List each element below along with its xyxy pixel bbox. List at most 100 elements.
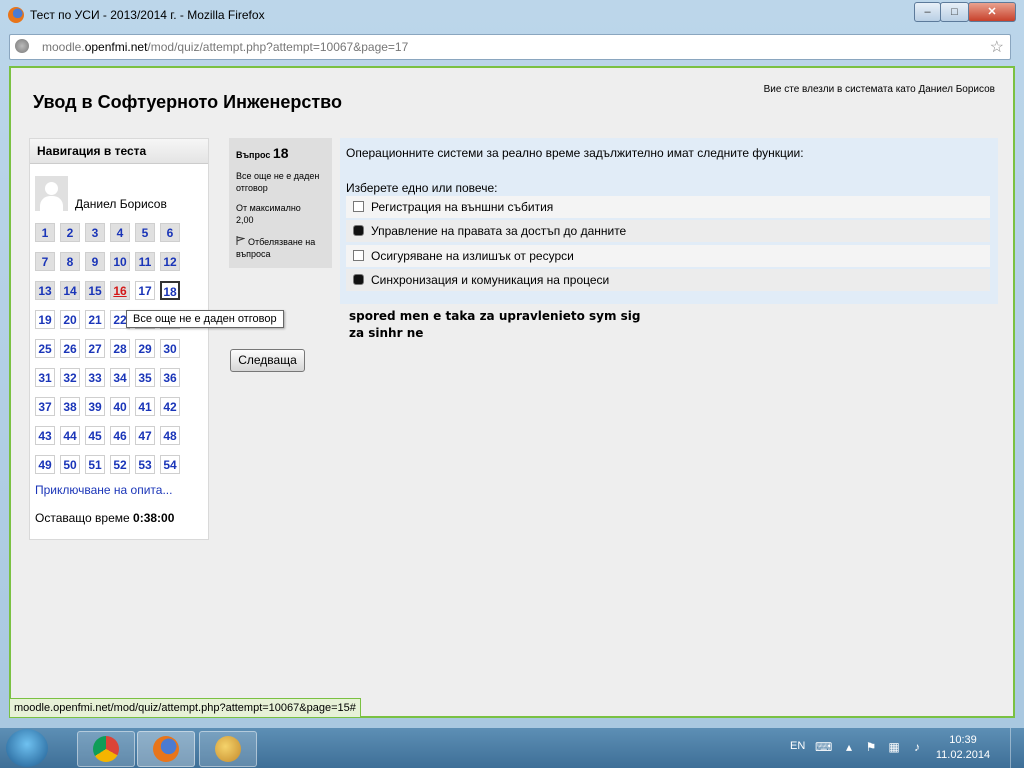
page-content: Увод в Софтуерното Инженерство Вие сте в…: [9, 66, 1015, 718]
question-nav-button[interactable]: 50: [60, 455, 80, 474]
answer-label[interactable]: Осигуряване на излишък от ресурси: [371, 245, 574, 267]
status-bar-url: moodle.openfmi.net/mod/quiz/attempt.php?…: [9, 698, 361, 718]
question-nav-button[interactable]: 25: [35, 339, 55, 358]
question-nav-button[interactable]: 16: [110, 281, 130, 300]
question-nav-button[interactable]: 36: [160, 368, 180, 387]
question-nav-button[interactable]: 11: [135, 252, 155, 271]
question-nav-button[interactable]: 26: [60, 339, 80, 358]
answer-option[interactable]: Управление на правата за достъп до данни…: [346, 220, 990, 242]
action-center-icon[interactable]: ⚑: [864, 740, 878, 754]
question-nav-button[interactable]: 8: [60, 252, 80, 271]
paint-icon: [215, 736, 241, 762]
question-nav-button[interactable]: 37: [35, 397, 55, 416]
question-nav-button[interactable]: 27: [85, 339, 105, 358]
comment-line-2: za sinhr ne: [349, 326, 424, 340]
question-nav-button[interactable]: 35: [135, 368, 155, 387]
question-nav-button[interactable]: 53: [135, 455, 155, 474]
start-button[interactable]: [6, 729, 48, 767]
answer-checkbox[interactable]: [353, 250, 364, 261]
question-nav-button[interactable]: 10: [110, 252, 130, 271]
question-nav-button[interactable]: 18: [160, 281, 180, 300]
question-nav-button[interactable]: 19: [35, 310, 55, 329]
question-nav-button[interactable]: 48: [160, 426, 180, 445]
answer-checkbox[interactable]: [353, 201, 364, 212]
question-nav-button[interactable]: 4: [110, 223, 130, 242]
answer-label[interactable]: Управление на правата за достъп до данни…: [371, 220, 626, 242]
address-bar[interactable]: moodle.openfmi.net/mod/quiz/attempt.php?…: [9, 34, 1011, 60]
question-nav-button[interactable]: 17: [135, 281, 155, 300]
comment-line-1: spored men e taka za upravlenieto sym si…: [349, 309, 641, 323]
question-nav-button[interactable]: 20: [60, 310, 80, 329]
network-icon[interactable]: ▦: [887, 740, 901, 754]
user-avatar-icon[interactable]: [35, 176, 68, 211]
question-nav-button[interactable]: 49: [35, 455, 55, 474]
clock[interactable]: 10:39 11.02.2014: [935, 733, 991, 763]
question-nav-button[interactable]: 40: [110, 397, 130, 416]
question-nav-button[interactable]: 32: [60, 368, 80, 387]
question-nav-button[interactable]: 12: [160, 252, 180, 271]
question-tooltip: Все още не е даден отговор: [126, 310, 284, 328]
question-nav-button[interactable]: 38: [60, 397, 80, 416]
question-nav-button[interactable]: 28: [110, 339, 130, 358]
question-nav-button[interactable]: 43: [35, 426, 55, 445]
question-nav-button[interactable]: 21: [85, 310, 105, 329]
question-nav-button[interactable]: 5: [135, 223, 155, 242]
clock-date: 11.02.2014: [935, 749, 991, 761]
answer-checkbox[interactable]: [353, 274, 364, 285]
question-info-box: Въпрос 18 Все още не е даден отговор От …: [229, 138, 332, 268]
time-left-value: 0:38:00: [133, 511, 175, 525]
question-nav-button[interactable]: 45: [85, 426, 105, 445]
question-nav-button[interactable]: 46: [110, 426, 130, 445]
question-nav-button[interactable]: 1: [35, 223, 55, 242]
keyboard-icon[interactable]: ⌨: [815, 740, 832, 754]
question-nav-button[interactable]: 6: [160, 223, 180, 242]
question-nav-button[interactable]: 29: [135, 339, 155, 358]
language-indicator[interactable]: EN: [790, 740, 805, 752]
question-text: Операционните системи за реално време за…: [346, 146, 804, 160]
question-nav-button[interactable]: 3: [85, 223, 105, 242]
answer-label[interactable]: Синхронизация и комуникация на процеси: [371, 269, 609, 291]
answer-label[interactable]: Регистрация на външни събития: [371, 196, 553, 218]
answer-option[interactable]: Синхронизация и комуникация на процеси: [346, 269, 990, 291]
finish-attempt-link[interactable]: Приключване на опита...: [35, 483, 172, 497]
question-nav-button[interactable]: 31: [35, 368, 55, 387]
answer-checkbox[interactable]: [353, 225, 364, 236]
question-nav-button[interactable]: 42: [160, 397, 180, 416]
question-nav-button[interactable]: 47: [135, 426, 155, 445]
show-desktop-button[interactable]: [1010, 728, 1024, 768]
answer-option[interactable]: Регистрация на външни събития: [346, 196, 990, 218]
user-name[interactable]: Даниел Борисов: [75, 197, 167, 211]
question-nav-button[interactable]: 33: [85, 368, 105, 387]
next-page-button[interactable]: Следваща: [230, 349, 305, 372]
bookmark-star-icon[interactable]: ☆: [990, 37, 1004, 57]
question-nav-button[interactable]: 39: [85, 397, 105, 416]
maximize-button[interactable]: □: [940, 2, 969, 22]
tray-arrow-icon[interactable]: ▴: [842, 740, 856, 754]
url-text[interactable]: moodle.openfmi.net/mod/quiz/attempt.php?…: [42, 40, 408, 54]
taskbar-paint[interactable]: [199, 731, 257, 767]
taskbar-chrome[interactable]: [77, 731, 135, 767]
close-button[interactable]: ✕: [968, 2, 1016, 22]
question-nav-button[interactable]: 52: [110, 455, 130, 474]
flag-question-link[interactable]: Отбелязване на въпроса: [236, 236, 332, 260]
question-nav-button[interactable]: 54: [160, 455, 180, 474]
volume-icon[interactable]: ♪: [910, 740, 924, 754]
answer-option[interactable]: Осигуряване на излишък от ресурси: [346, 245, 990, 267]
taskbar-firefox[interactable]: [137, 731, 195, 767]
quiz-navigation-block: Навигация в теста Даниел Борисов Приключ…: [29, 138, 209, 540]
time-left-label: Оставащо време: [35, 511, 130, 525]
minimize-button[interactable]: –: [914, 2, 941, 22]
question-nav-button[interactable]: 41: [135, 397, 155, 416]
question-nav-button[interactable]: 2: [60, 223, 80, 242]
question-nav-button[interactable]: 44: [60, 426, 80, 445]
question-nav-button[interactable]: 30: [160, 339, 180, 358]
clock-time: 10:39: [949, 734, 977, 746]
question-nav-button[interactable]: 13: [35, 281, 55, 300]
question-nav-button[interactable]: 34: [110, 368, 130, 387]
question-nav-button[interactable]: 14: [60, 281, 80, 300]
question-nav-button[interactable]: 51: [85, 455, 105, 474]
question-nav-button[interactable]: 9: [85, 252, 105, 271]
question-nav-button[interactable]: 15: [85, 281, 105, 300]
mark-label: От максимално: [236, 203, 301, 213]
question-nav-button[interactable]: 7: [35, 252, 55, 271]
